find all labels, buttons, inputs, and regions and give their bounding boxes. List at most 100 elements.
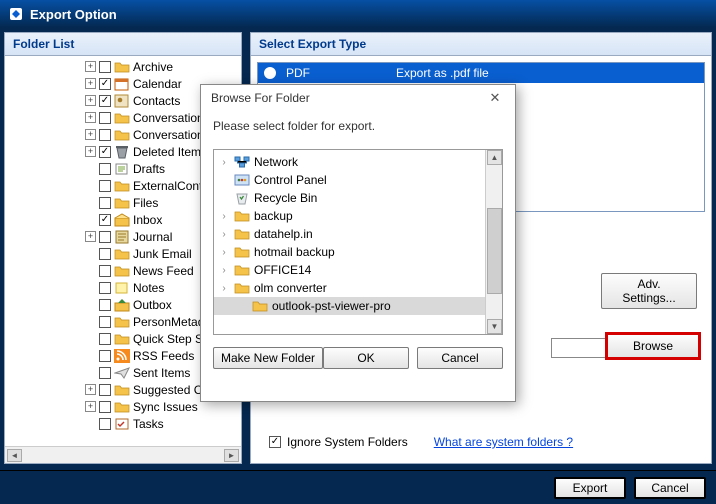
export-button[interactable]: Export (554, 477, 626, 499)
folder-checkbox[interactable] (99, 316, 111, 328)
browser-tree-row[interactable]: › hotmail backup (214, 243, 485, 261)
export-type-radio[interactable] (264, 67, 276, 79)
folder-checkbox[interactable] (99, 61, 111, 73)
folder-label: Archive (133, 60, 173, 74)
folder-icon (114, 315, 130, 329)
folder-tree-row[interactable]: + Archive (7, 58, 241, 75)
close-icon[interactable]: ✕ (481, 88, 509, 108)
export-type-row[interactable]: PDFExport as .pdf file (258, 63, 704, 83)
browser-tree-row[interactable]: › Network (214, 153, 485, 171)
tree-expander-icon[interactable]: + (85, 146, 96, 157)
cancel-button[interactable]: Cancel (634, 477, 706, 499)
folder-label: RSS Feeds (133, 349, 194, 363)
folder-tree-row[interactable]: Tasks (7, 415, 241, 432)
app-icon (8, 6, 24, 22)
folder-browser-tree[interactable]: ›NetworkControl PanelRecycle Bin›backup›… (213, 149, 503, 335)
ignore-system-folders-checkbox[interactable] (269, 436, 281, 448)
tasks-icon (114, 417, 130, 431)
browser-node-label: Recycle Bin (254, 191, 317, 205)
folder-browser-vscroll[interactable]: ▲ ▼ (485, 150, 502, 334)
folder-checkbox[interactable] (99, 367, 111, 379)
folder-icon (114, 111, 130, 125)
browser-tree-row[interactable]: Control Panel (214, 171, 485, 189)
folder-label: Inbox (133, 213, 162, 227)
recycle-icon (234, 191, 250, 205)
tree-expander-icon[interactable]: + (85, 384, 96, 395)
folder-checkbox[interactable] (99, 282, 111, 294)
ok-button[interactable]: OK (323, 347, 409, 369)
folder-icon (114, 400, 130, 414)
dialog-title: Browse For Folder (211, 91, 310, 105)
drafts-icon (114, 162, 130, 176)
folder-checkbox[interactable] (99, 248, 111, 260)
folder-checkbox[interactable] (99, 350, 111, 362)
contacts-icon (114, 94, 130, 108)
tree-expander-icon[interactable]: + (85, 129, 96, 140)
browser-node-label: backup (254, 209, 293, 223)
folder-label: Calendar (133, 77, 182, 91)
folder-checkbox[interactable] (99, 299, 111, 311)
folder-icon (114, 196, 130, 210)
scroll-up-icon[interactable]: ▲ (487, 150, 502, 165)
browser-tree-row[interactable]: Recycle Bin (214, 189, 485, 207)
folder-icon (114, 332, 130, 346)
chevron-right-icon[interactable]: › (218, 247, 230, 258)
folder-checkbox[interactable] (99, 401, 111, 413)
chevron-right-icon[interactable]: › (218, 283, 230, 294)
folder-label: Files (133, 196, 158, 210)
chevron-right-icon[interactable]: › (218, 157, 230, 168)
folder-label: Sent Items (133, 366, 190, 380)
folder-label: Deleted Items (133, 145, 207, 159)
scroll-down-icon[interactable]: ▼ (487, 319, 502, 334)
folder-checkbox[interactable] (99, 146, 111, 158)
chevron-right-icon[interactable]: › (218, 265, 230, 276)
make-new-folder-button[interactable]: Make New Folder (213, 347, 323, 369)
browser-tree-row[interactable]: ›datahelp.in (214, 225, 485, 243)
folder-checkbox[interactable] (99, 214, 111, 226)
adv-settings-button[interactable]: Adv. Settings... (601, 273, 697, 309)
browser-tree-row[interactable]: outlook-pst-viewer-pro (214, 297, 485, 315)
folder-icon (114, 247, 130, 261)
folder-checkbox[interactable] (99, 78, 111, 90)
folder-icon (114, 264, 130, 278)
export-panel-header: Select Export Type (251, 33, 711, 56)
journal-icon (114, 230, 130, 244)
scroll-right-icon[interactable]: ► (224, 449, 239, 462)
chevron-right-icon[interactable]: › (218, 211, 230, 222)
browser-tree-row[interactable]: › backup (214, 207, 485, 225)
folder-checkbox[interactable] (99, 265, 111, 277)
window-titlebar: Export Option (0, 0, 716, 28)
dialog-cancel-button[interactable]: Cancel (417, 347, 503, 369)
browse-button[interactable]: Browse (605, 332, 701, 360)
folder-checkbox[interactable] (99, 95, 111, 107)
browser-node-label: Control Panel (254, 173, 327, 187)
folder-checkbox[interactable] (99, 197, 111, 209)
tree-expander-icon[interactable]: + (85, 78, 96, 89)
tree-expander-icon[interactable]: + (85, 95, 96, 106)
tree-expander-icon[interactable]: + (85, 401, 96, 412)
folder-checkbox[interactable] (99, 180, 111, 192)
export-type-desc: Export as .pdf file (396, 66, 698, 80)
window-title: Export Option (30, 7, 117, 22)
tree-expander-icon[interactable]: + (85, 231, 96, 242)
folder-checkbox[interactable] (99, 384, 111, 396)
folder-checkbox[interactable] (99, 112, 111, 124)
tree-expander-icon[interactable]: + (85, 112, 96, 123)
tree-expander-icon[interactable]: + (85, 61, 96, 72)
browser-tree-row[interactable]: ›OFFICE14 (214, 261, 485, 279)
folder-checkbox[interactable] (99, 163, 111, 175)
scroll-left-icon[interactable]: ◄ (7, 449, 22, 462)
browser-node-label: hotmail backup (254, 245, 335, 259)
folder-tree-hscroll[interactable]: ◄ ► (5, 446, 241, 463)
folder-checkbox[interactable] (99, 418, 111, 430)
browser-tree-row[interactable]: ›olm converter (214, 279, 485, 297)
folder-checkbox[interactable] (99, 129, 111, 141)
browser-node-label: Network (254, 155, 298, 169)
chevron-right-icon[interactable]: › (218, 229, 230, 240)
dialog-footer: Export Cancel (0, 470, 716, 504)
scroll-thumb[interactable] (487, 208, 502, 294)
folder-checkbox[interactable] (99, 333, 111, 345)
folder-label: Notes (133, 281, 164, 295)
what-are-system-folders-link[interactable]: What are system folders ? (434, 435, 573, 449)
folder-checkbox[interactable] (99, 231, 111, 243)
